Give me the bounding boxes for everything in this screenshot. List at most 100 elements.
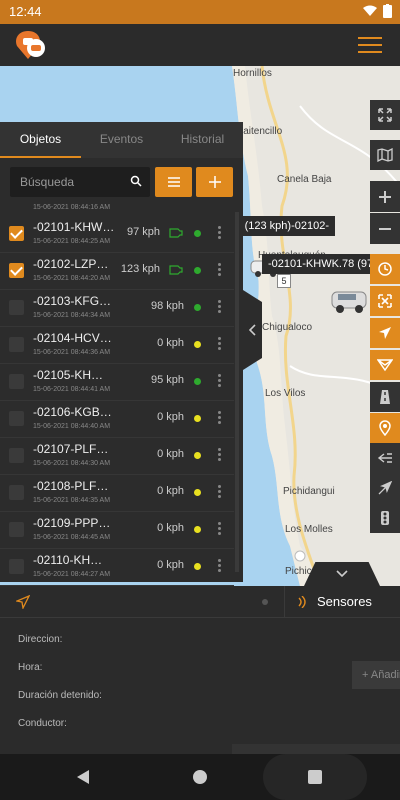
- object-row[interactable]: -02108-PLFP-33 15-06-2021 08:44:35 AM 0 kp…: [0, 475, 234, 512]
- system-nav-bar: [0, 754, 400, 800]
- more-options-icon[interactable]: [218, 522, 221, 536]
- sensor-icon: [298, 596, 306, 608]
- group-menu-button[interactable]: [155, 167, 192, 197]
- back-icon[interactable]: [76, 769, 90, 785]
- add-sensor-button[interactable]: + Añadir: [352, 661, 400, 689]
- traffic-light-button[interactable]: [370, 503, 400, 533]
- object-checkbox[interactable]: [9, 337, 24, 352]
- map-icon: [377, 148, 393, 162]
- tab-eventos[interactable]: Eventos: [81, 122, 162, 158]
- object-date: 15-06-2021 08:44:41 AM: [33, 386, 111, 393]
- vehicle-marker[interactable]: [330, 288, 368, 314]
- app-bar: [0, 24, 400, 66]
- home-icon[interactable]: [193, 770, 207, 784]
- recents-icon[interactable]: [308, 770, 322, 784]
- vehicle-tooltip: -02102-LZPH.59 (123 kph): [240, 216, 335, 236]
- map-label: Los Vilos: [265, 388, 306, 399]
- collapse-panel-button[interactable]: [243, 290, 262, 370]
- ruler-button[interactable]: [370, 473, 400, 503]
- status-dot: [194, 304, 201, 311]
- object-name: -02104-HCVP.15: [33, 331, 113, 345]
- status-dot: [194, 230, 201, 237]
- object-checkbox[interactable]: [9, 448, 24, 463]
- location-tab[interactable]: [0, 586, 284, 617]
- more-options-icon[interactable]: [218, 559, 221, 573]
- zoom-in-button[interactable]: [370, 181, 400, 212]
- add-object-button[interactable]: [196, 167, 233, 197]
- object-checkbox[interactable]: [9, 522, 24, 537]
- more-options-icon[interactable]: [218, 263, 221, 277]
- main-menu-button[interactable]: [358, 37, 382, 53]
- search-input[interactable]: [20, 167, 130, 197]
- object-name: -02109-PPPW.21: [33, 516, 113, 530]
- more-options-icon[interactable]: [218, 411, 221, 425]
- object-speed: 0 kph: [157, 448, 184, 460]
- status-dot: [194, 452, 201, 459]
- object-checkbox[interactable]: [9, 485, 24, 500]
- object-row[interactable]: -02101-KHWK.78 15-06-2021 08:44:25 AM 97 k…: [0, 216, 234, 253]
- poi-button[interactable]: [370, 413, 400, 443]
- tab-objetos[interactable]: Objetos: [0, 122, 81, 158]
- object-row[interactable]: -02105-KHWK.77 15-06-2021 08:44:41 AM 95 k…: [0, 364, 234, 401]
- history-button[interactable]: [370, 254, 400, 284]
- more-options-icon[interactable]: [218, 485, 221, 499]
- field-direccion: Direccion:: [18, 634, 63, 645]
- plus-icon: [208, 176, 221, 188]
- object-row[interactable]: -02110-KHWK.79 15-06-2021 08:44:27 AM 0 kp…: [0, 549, 234, 586]
- object-date: 15-06-2021 08:44:27 AM: [33, 571, 111, 578]
- status-dot: [194, 267, 201, 274]
- field-duracion-detenido: Duración detenido:: [18, 690, 102, 701]
- object-date: 15-06-2021 08:44:16 AM: [33, 204, 111, 211]
- object-date: 15-06-2021 08:44:40 AM: [33, 423, 111, 430]
- list-scrollbar[interactable]: [235, 212, 239, 572]
- geofence-button[interactable]: [370, 443, 400, 473]
- object-speed: 0 kph: [157, 485, 184, 497]
- object-row[interactable]: -02106-KGBR.62 15-06-2021 08:44:40 AM 0 kp…: [0, 401, 234, 438]
- traffic-button[interactable]: [370, 382, 400, 412]
- route-icon: [377, 359, 393, 372]
- object-checkbox[interactable]: [9, 559, 24, 574]
- minus-icon: [379, 227, 391, 230]
- more-options-icon[interactable]: [218, 448, 221, 462]
- object-name: -02110-KHWK.79: [33, 553, 113, 567]
- object-list: -02101-KHWK.78 15-06-2021 08:44:25 AM 97 k…: [0, 216, 234, 594]
- expand-bottom-button[interactable]: [304, 562, 380, 586]
- search-icon[interactable]: [130, 175, 142, 187]
- map-label: Los Molles: [285, 524, 333, 535]
- object-checkbox[interactable]: [9, 226, 24, 241]
- more-options-icon[interactable]: [218, 300, 221, 314]
- object-speed: 98 kph: [150, 300, 184, 312]
- object-checkbox[interactable]: [9, 300, 24, 315]
- fit-objects-button[interactable]: [370, 286, 400, 316]
- details-panel: Sensores Direccion: Hora: Duración deten…: [0, 586, 400, 754]
- zoom-out-button[interactable]: [370, 213, 400, 244]
- object-row[interactable]: -02104-HCVP.15 15-06-2021 08:44:36 AM 0 kp…: [0, 327, 234, 364]
- status-dot: [194, 563, 201, 570]
- engine-icon: [169, 228, 183, 238]
- object-row[interactable]: -02103-KFGV.37 15-06-2021 08:44:34 AM 98 k…: [0, 290, 234, 327]
- routes-button[interactable]: [370, 350, 400, 380]
- object-row[interactable]: -02107-PLFR.48 15-06-2021 08:44:30 AM 0 kp…: [0, 438, 234, 475]
- vehicle-tooltip: -02101-KHWK.78 (97 kph): [262, 254, 372, 274]
- sensors-tab[interactable]: Sensores: [284, 586, 400, 617]
- more-options-icon[interactable]: [218, 226, 221, 240]
- tab-historial[interactable]: Historial: [162, 122, 243, 158]
- object-checkbox[interactable]: [9, 263, 24, 278]
- search-box: [10, 167, 150, 197]
- more-options-icon[interactable]: [218, 374, 221, 388]
- status-dot: [194, 378, 201, 385]
- map-layers-button[interactable]: [370, 140, 400, 170]
- object-checkbox[interactable]: [9, 411, 24, 426]
- field-hora: Hora:: [18, 662, 43, 673]
- fullscreen-button[interactable]: [370, 100, 400, 130]
- object-row[interactable]: -02109-PPPW.21 15-06-2021 08:44:45 AM 0 kp…: [0, 512, 234, 549]
- object-checkbox[interactable]: [9, 374, 24, 389]
- follow-button[interactable]: [370, 318, 400, 348]
- more-options-icon[interactable]: [218, 337, 221, 351]
- status-time: 12:44: [9, 4, 42, 19]
- status-indicator-dot: [262, 599, 268, 605]
- object-row[interactable]: -02102-LZPH.59 15-06-2021 08:44:20 AM 123 …: [0, 253, 234, 290]
- object-date: 15-06-2021 08:44:30 AM: [33, 460, 111, 467]
- arrow-left-icon: [377, 453, 392, 463]
- chevron-down-icon: [336, 570, 348, 578]
